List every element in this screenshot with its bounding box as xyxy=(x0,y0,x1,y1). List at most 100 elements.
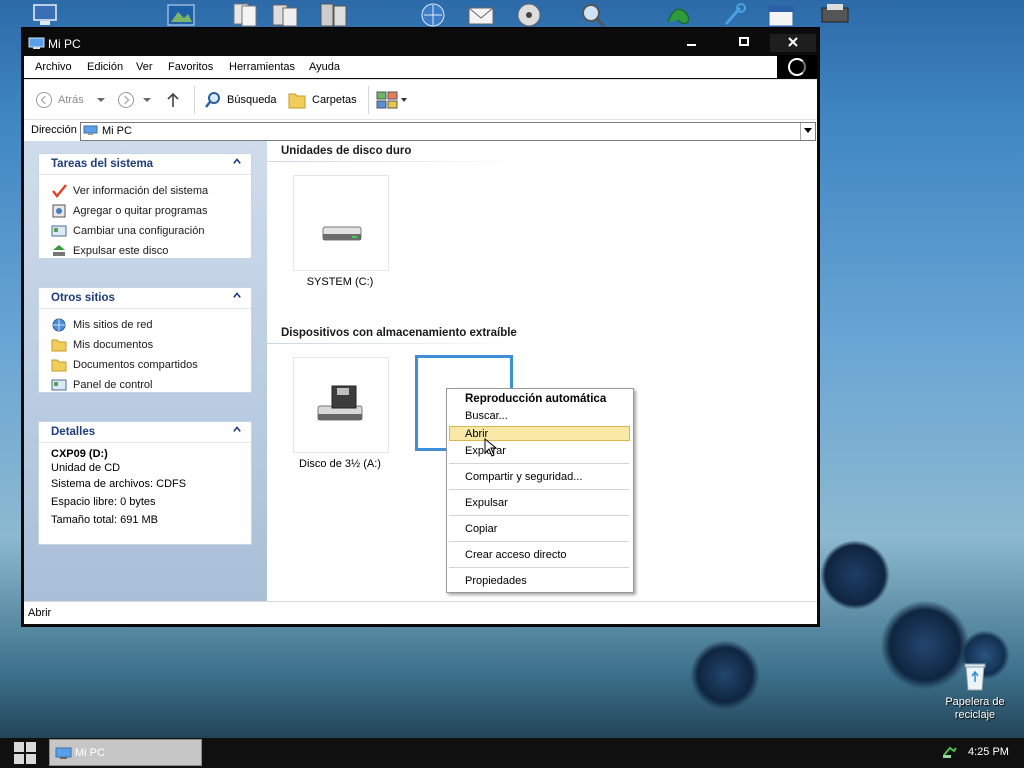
network-icon xyxy=(52,318,66,332)
checkmark-icon xyxy=(52,184,67,198)
taskbar-window-button[interactable]: Mi PC xyxy=(49,739,202,766)
mouse-cursor-icon xyxy=(484,438,498,457)
place-my-documents[interactable]: Mis documentos xyxy=(39,335,251,355)
chevron-down-icon xyxy=(143,98,151,102)
minimize-button[interactable] xyxy=(678,34,706,52)
place-control-panel[interactable]: Panel de control xyxy=(39,375,251,395)
desktop-icon-tools[interactable] xyxy=(720,2,750,28)
menu-item-sharing[interactable]: Compartir y seguridad... xyxy=(465,471,582,483)
desktop-icon-gecko[interactable] xyxy=(664,2,694,28)
maximize-icon xyxy=(739,37,749,46)
menu-separator xyxy=(449,541,629,542)
forward-arrow-icon xyxy=(118,92,134,108)
place-network[interactable]: Mis sitios de red xyxy=(39,315,251,335)
desktop-icon-computer[interactable] xyxy=(30,2,60,28)
add-remove-programs-icon xyxy=(52,204,66,218)
address-bar: Dirección Mi PC xyxy=(24,119,817,142)
address-field[interactable]: Mi PC xyxy=(80,122,816,141)
computer-icon xyxy=(55,747,72,759)
desktop-icon-printer[interactable] xyxy=(820,2,850,28)
menu-item-create-shortcut[interactable]: Crear acceso directo xyxy=(465,549,567,561)
menu-separator xyxy=(449,515,629,516)
task-view-system-info[interactable]: Ver información del sistema xyxy=(39,181,251,201)
menu-herramientas[interactable]: Herramientas xyxy=(229,61,295,73)
toolbar-separator xyxy=(368,86,369,114)
safely-remove-hardware-icon[interactable] xyxy=(942,745,958,759)
details-header[interactable]: Detalles xyxy=(39,422,251,443)
menu-archivo[interactable]: Archivo xyxy=(35,61,72,73)
menu-favoritos[interactable]: Favoritos xyxy=(168,61,213,73)
drive-system-c[interactable] xyxy=(293,175,389,271)
desktop-icon-documents[interactable] xyxy=(230,2,260,28)
place-shared-documents[interactable]: Documentos compartidos xyxy=(39,355,251,375)
drive-label[interactable]: Disco de 3½ (A:) xyxy=(275,458,405,470)
menu-ver[interactable]: Ver xyxy=(136,61,153,73)
details-total-size: Tamaño total: 691 MB xyxy=(51,514,159,526)
minimize-icon xyxy=(687,44,696,46)
hard-drive-icon xyxy=(322,226,362,241)
desktop-icon-media[interactable] xyxy=(514,2,544,28)
desktop-wallpaper-flower xyxy=(690,640,760,710)
desktop-icon-search[interactable] xyxy=(578,2,608,28)
up-button[interactable] xyxy=(166,90,180,110)
place-label: Mis sitios de red xyxy=(73,319,153,331)
details-type: Unidad de CD xyxy=(51,462,121,474)
desktop-icon-browser[interactable] xyxy=(418,2,448,28)
menu-item-search[interactable]: Buscar... xyxy=(465,410,508,422)
folders-label: Carpetas xyxy=(312,94,357,106)
menu-ayuda[interactable]: Ayuda xyxy=(309,61,340,73)
folder-icon xyxy=(51,339,67,352)
menu-edicion[interactable]: Edición xyxy=(87,61,123,73)
views-button[interactable] xyxy=(376,90,408,110)
address-label: Dirección xyxy=(31,124,77,136)
menu-item-copy[interactable]: Copiar xyxy=(465,523,497,535)
recycle-bin[interactable]: Papelera de reciclaje xyxy=(944,660,1006,722)
task-pane: Tareas del sistema Ver información del s… xyxy=(24,141,267,601)
other-places-header[interactable]: Otros sitios xyxy=(39,288,251,309)
control-panel-icon xyxy=(51,225,67,237)
address-dropdown-button[interactable] xyxy=(800,123,815,140)
task-label: Agregar o quitar programas xyxy=(73,205,208,217)
other-places-title: Otros sitios xyxy=(51,292,115,304)
toolbar: Atrás Búsqueda Carpetas xyxy=(24,79,817,120)
desktop-icon-picture[interactable] xyxy=(166,2,196,28)
close-icon xyxy=(788,37,798,47)
title-bar[interactable]: Mi PC xyxy=(22,28,819,56)
task-eject-disk[interactable]: Expulsar este disco xyxy=(39,241,251,261)
clock[interactable]: 4:25 PM xyxy=(968,746,1009,758)
back-button[interactable]: Atrás xyxy=(36,90,106,110)
menu-bar: Archivo Edición Ver Favoritos Herramient… xyxy=(24,55,817,78)
task-change-setting[interactable]: Cambiar una configuración xyxy=(39,221,251,241)
menu-separator xyxy=(449,463,629,464)
start-button[interactable] xyxy=(13,741,37,765)
menu-item-properties[interactable]: Propiedades xyxy=(465,575,527,587)
drive-label[interactable]: SYSTEM (C:) xyxy=(275,276,405,288)
context-menu: Reproducción automática Buscar... Abrir … xyxy=(446,388,634,593)
other-places-panel: Otros sitios Mis sitios de red Mis docum… xyxy=(38,287,252,393)
maximize-button[interactable] xyxy=(730,34,758,52)
desktop-icon-files[interactable] xyxy=(270,2,300,28)
details-title: Detalles xyxy=(51,426,96,438)
recycle-bin-icon xyxy=(964,663,986,691)
place-label: Mis documentos xyxy=(73,339,154,351)
chevron-up-icon xyxy=(233,158,241,164)
close-button[interactable] xyxy=(770,34,816,52)
desktop-icon-mail[interactable] xyxy=(466,2,496,28)
forward-button[interactable] xyxy=(118,90,152,110)
folders-button[interactable]: Carpetas xyxy=(287,90,357,110)
system-tasks-header[interactable]: Tareas del sistema xyxy=(39,154,251,175)
menu-item-autoplay[interactable]: Reproducción automática xyxy=(465,393,606,405)
chevron-up-icon xyxy=(233,292,241,298)
up-arrow-icon xyxy=(167,92,179,107)
search-label: Búsqueda xyxy=(227,94,277,106)
computer-icon xyxy=(28,37,45,49)
status-bar: Abrir xyxy=(24,601,817,624)
drive-floppy-a[interactable] xyxy=(293,357,389,453)
task-add-remove-programs[interactable]: Agregar o quitar programas xyxy=(39,201,251,221)
details-panel: Detalles CXP09 (D:) Unidad de CD Sistema… xyxy=(38,421,252,545)
system-tasks-panel: Tareas del sistema Ver información del s… xyxy=(38,153,252,259)
search-button[interactable]: Búsqueda xyxy=(204,90,277,110)
desktop-icon-calendar[interactable] xyxy=(766,2,796,28)
menu-item-eject[interactable]: Expulsar xyxy=(465,497,508,509)
desktop-icon-network[interactable] xyxy=(318,2,348,28)
